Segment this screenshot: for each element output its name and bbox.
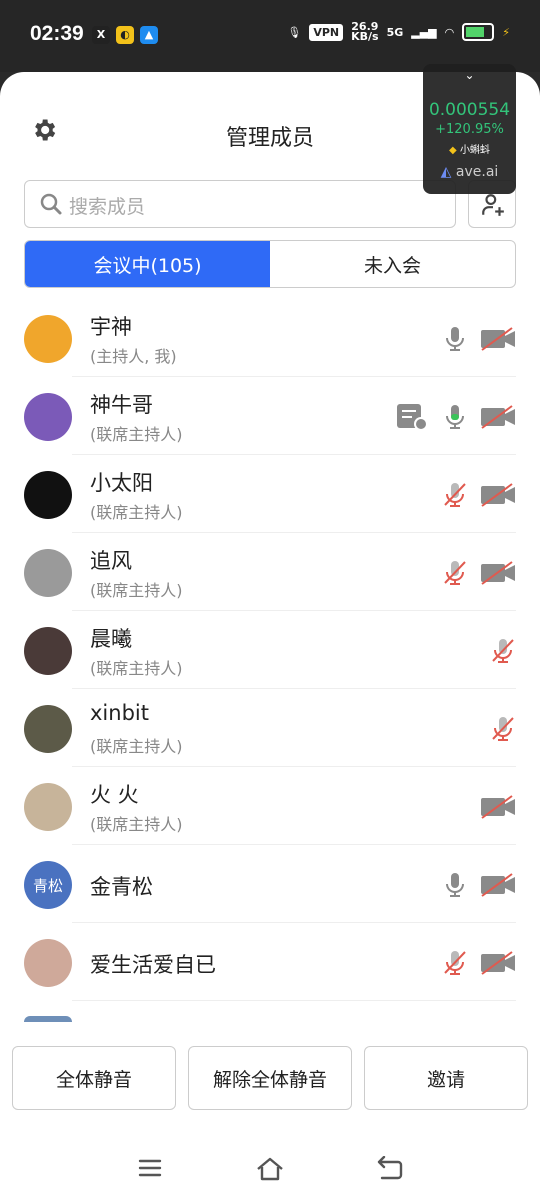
network-type: 5G — [386, 25, 404, 39]
avatar — [24, 315, 72, 363]
microphone-icon[interactable] — [442, 949, 468, 977]
member-role: (联席主持人) — [90, 737, 183, 756]
member-role: (联席主持人) — [90, 581, 183, 600]
price-overlay[interactable]: ⌄ 0.000554 +120.95% ◆ 小蝌蚪 ◭ ave.ai — [423, 64, 516, 194]
camera-off-icon[interactable] — [480, 872, 516, 898]
member-status-icons — [490, 711, 516, 747]
member-name: 火 火 — [90, 783, 139, 807]
avatar — [24, 471, 72, 519]
microphone-icon[interactable] — [442, 481, 468, 509]
member-role: (联席主持人) — [90, 815, 183, 834]
status-time: 02:39 — [30, 22, 84, 45]
x-app-icon: X — [92, 26, 110, 44]
avatar — [24, 783, 72, 831]
wifi-icon: ◠ — [444, 25, 455, 39]
member-tabs: 会议中(105) 未入会 — [24, 240, 516, 288]
avatar — [24, 939, 72, 987]
member-role: (联席主持人) — [90, 503, 183, 522]
brand-icon: ◭ — [440, 164, 452, 180]
add-user-icon — [482, 194, 504, 216]
member-row[interactable]: 青松 金青松 — [0, 845, 540, 923]
tab-not-joined[interactable]: 未入会 — [270, 241, 515, 287]
unmute-all-button[interactable]: 解除全体静音 — [188, 1046, 352, 1110]
search-input[interactable]: 搜索成员 — [24, 180, 456, 228]
system-nav-bar — [0, 1152, 540, 1199]
camera-off-icon[interactable] — [480, 326, 516, 352]
battery-icon — [462, 23, 495, 41]
member-row[interactable]: xinbit (联席主持人) — [0, 689, 540, 767]
member-status-icons — [442, 867, 516, 903]
member-name: 金青松 — [90, 875, 153, 899]
token-icon: ◆ — [449, 145, 457, 156]
member-name: 追风 — [90, 549, 132, 573]
divider — [72, 1000, 516, 1001]
mic-status-icon: 🎙 — [287, 25, 302, 39]
member-row[interactable]: 追风 (联席主持人) — [0, 533, 540, 611]
price-change: +120.95% — [435, 122, 504, 137]
member-status-icons — [442, 477, 516, 513]
member-row[interactable]: 火 火 (联席主持人) — [0, 767, 540, 845]
microphone-icon[interactable] — [442, 403, 468, 431]
chevron-down-icon[interactable]: ⌄ — [423, 68, 516, 82]
menu-icon[interactable] — [138, 1156, 162, 1180]
member-status-icons — [442, 945, 516, 981]
charging-icon: ⚡ — [502, 25, 510, 39]
avatar — [24, 549, 72, 597]
camera-off-icon[interactable] — [480, 950, 516, 976]
member-row[interactable]: 宇神 (主持人, 我) — [0, 299, 540, 377]
member-status-icons — [442, 555, 516, 591]
microphone-icon[interactable] — [490, 637, 516, 665]
avatar — [24, 1016, 72, 1022]
app-icon-blue: ▲ — [140, 26, 158, 44]
camera-off-icon[interactable] — [480, 404, 516, 430]
member-status-icons — [480, 789, 516, 825]
member-role: (联席主持人) — [90, 659, 183, 678]
member-name: 爱生活爱自已 — [90, 953, 216, 977]
member-role: (主持人, 我) — [90, 347, 177, 366]
search-icon — [39, 192, 63, 220]
member-status-icons — [396, 399, 516, 435]
avatar: 青松 — [24, 861, 72, 909]
member-status-icons — [490, 633, 516, 669]
member-name: xinbit — [90, 701, 149, 725]
camera-off-icon[interactable] — [480, 794, 516, 820]
avatar — [24, 627, 72, 675]
mute-all-button[interactable]: 全体静音 — [12, 1046, 176, 1110]
manage-members-sheet: 管理成员 搜索成员 会议中(105) 未入会 宇神 (主持人, 我) 神牛哥 (联席主… — [0, 72, 540, 1199]
member-row[interactable]: 晨曦 (联席主持人) — [0, 611, 540, 689]
member-role: (联席主持人) — [90, 425, 183, 444]
brand-label: ◭ ave.ai — [440, 164, 499, 180]
status-bar: 02:39 X ◐ ▲ 🎙 VPN 26.9 KB/s 5G ▂▄▆ ◠ ⚡ — [0, 0, 540, 72]
back-icon[interactable] — [376, 1156, 404, 1182]
net-speed: 26.9 KB/s — [351, 20, 379, 43]
avatar — [24, 393, 72, 441]
microphone-icon[interactable] — [442, 871, 468, 899]
member-name: 宇神 — [90, 315, 132, 339]
member-list: 宇神 (主持人, 我) 神牛哥 (联席主持人) 小太阳 (联席主持人) 追风 (联席主持人) 晨… — [0, 299, 540, 1001]
member-status-icons — [442, 321, 516, 357]
microphone-icon[interactable] — [490, 715, 516, 743]
camera-off-icon[interactable] — [480, 482, 516, 508]
microphone-icon[interactable] — [442, 559, 468, 587]
member-name: 晨曦 — [90, 627, 132, 651]
microphone-icon[interactable] — [442, 325, 468, 353]
avatar — [24, 705, 72, 753]
member-name: 神牛哥 — [90, 393, 153, 417]
token-name: ◆ 小蝌蚪 — [449, 145, 490, 156]
member-row[interactable]: 爱生活爱自已 — [0, 923, 540, 1001]
screen-share-icon — [397, 404, 428, 431]
token-price: 0.000554 — [428, 100, 511, 120]
tab-in-meeting[interactable]: 会议中(105) — [25, 241, 270, 287]
search-placeholder: 搜索成员 — [69, 196, 146, 218]
vpn-badge: VPN — [309, 23, 344, 41]
invite-button[interactable]: 邀请 — [364, 1046, 528, 1110]
member-name: 小太阳 — [90, 471, 153, 495]
signal-icon: ▂▄▆ — [411, 25, 437, 39]
home-icon[interactable] — [255, 1156, 285, 1182]
app-icon-yellow: ◐ — [116, 26, 134, 44]
camera-off-icon[interactable] — [480, 560, 516, 586]
member-row[interactable]: 神牛哥 (联席主持人) — [0, 377, 540, 455]
member-row[interactable]: 小太阳 (联席主持人) — [0, 455, 540, 533]
